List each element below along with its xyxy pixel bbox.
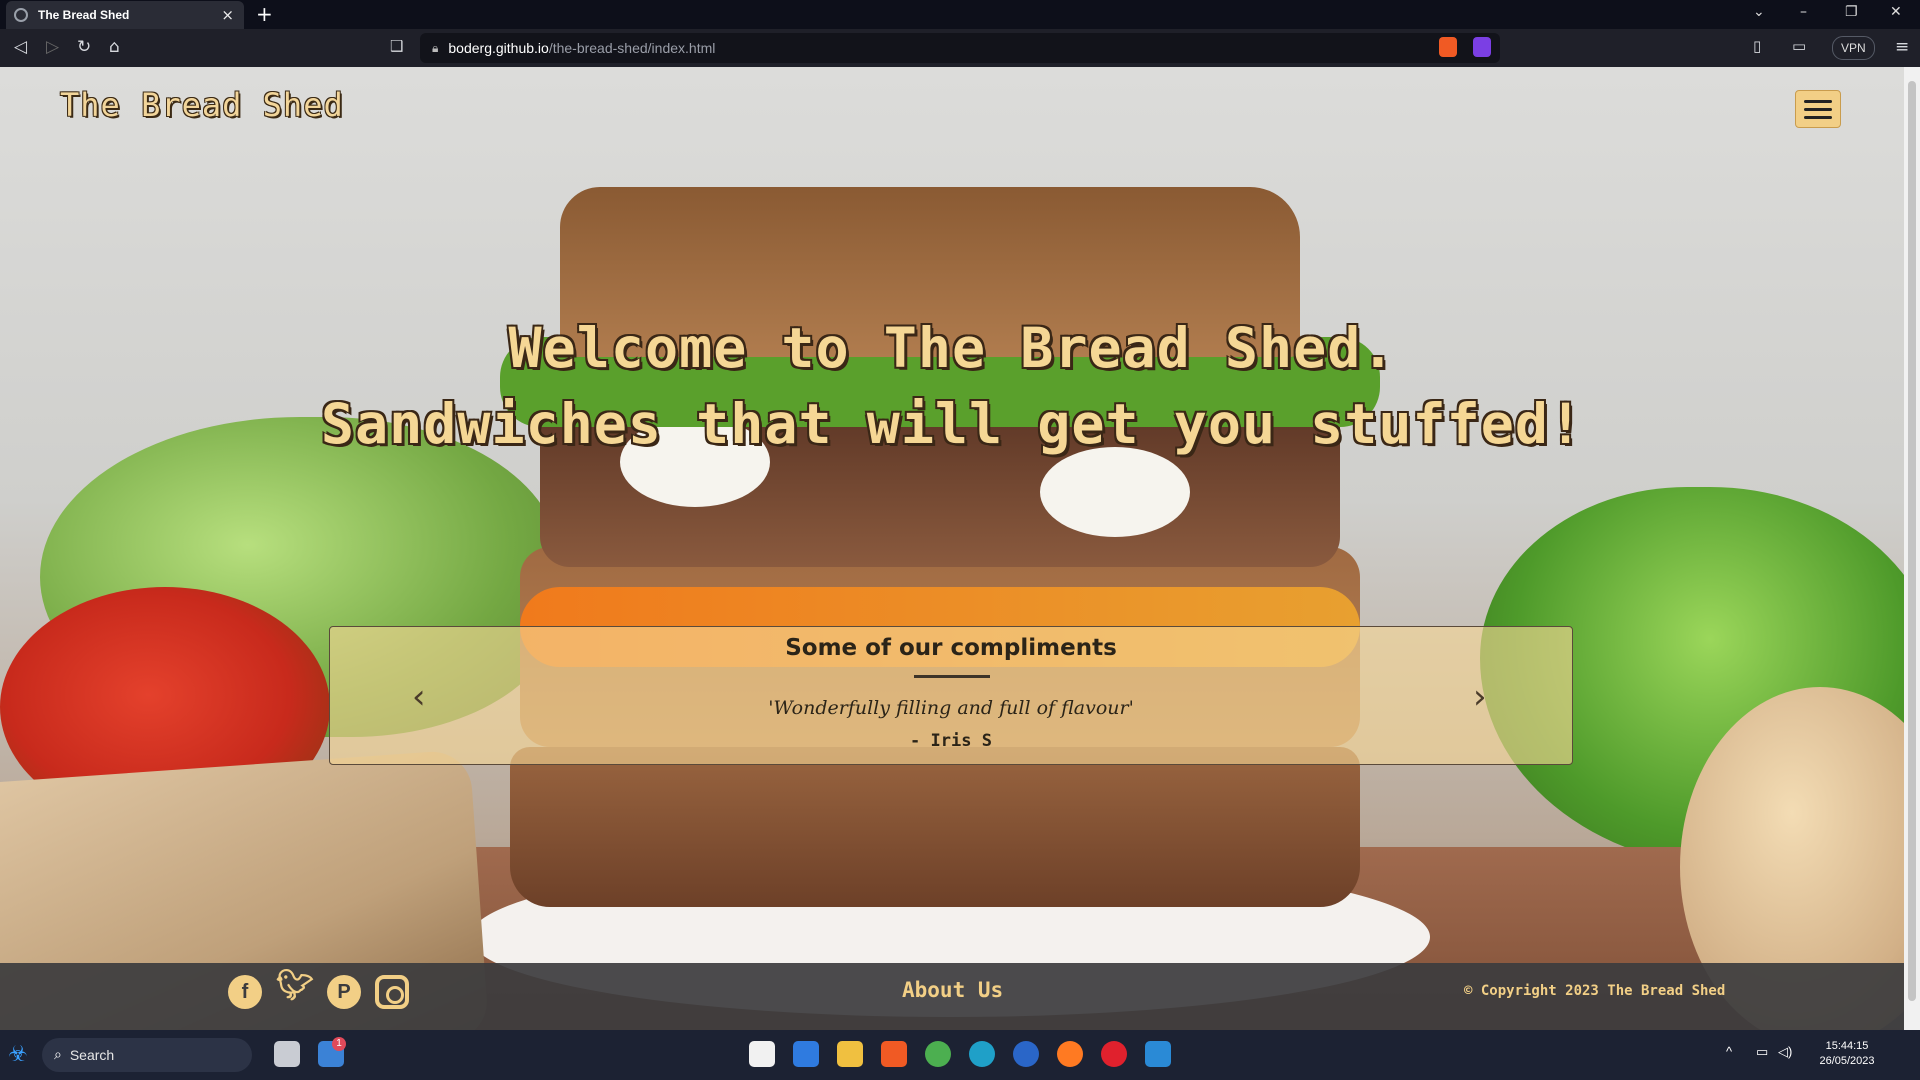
- browser-toolbar: ◁ ▷ ↻ ⌂ ❑ 🔒︎ boderg.github.io /the-bread…: [0, 29, 1920, 67]
- bread-slice: [510, 747, 1360, 907]
- vscode-icon[interactable]: [1145, 1041, 1171, 1067]
- notification-badge: 1: [332, 1037, 346, 1051]
- firefox-icon[interactable]: [1057, 1041, 1083, 1067]
- twitter-icon[interactable]: 🐦︎: [276, 969, 314, 1003]
- compliments-carousel: Some of our compliments ‹ › 'Wonderfully…: [329, 626, 1573, 765]
- tab-close-icon[interactable]: ×: [221, 6, 234, 24]
- new-tab-button[interactable]: +: [256, 2, 273, 26]
- site-footer: f 🐦︎ P About Us © Copyright 2023 The Bre…: [0, 963, 1904, 1030]
- task-view-icon[interactable]: [274, 1041, 300, 1067]
- url-host: boderg.github.io: [448, 40, 549, 56]
- clock[interactable]: 15:44:15 26/05/2023: [1808, 1039, 1886, 1069]
- file-explorer-icon[interactable]: [837, 1041, 863, 1067]
- pinterest-icon[interactable]: P: [327, 975, 361, 1009]
- minimize-button[interactable]: –: [1800, 4, 1807, 20]
- sidebar-toggle-icon[interactable]: ▯: [1753, 37, 1761, 55]
- site-favicon-icon: [14, 8, 28, 22]
- hero-line-1: Welcome to The Bread Shed.: [508, 316, 1396, 380]
- brave-shields-icon[interactable]: [1439, 37, 1457, 57]
- reload-icon[interactable]: ↻: [77, 37, 91, 57]
- start-widget-icon[interactable]: ☣: [8, 1042, 28, 1067]
- browser-tab-bar: The Bread Shed × + ⌄ – ❐ ✕: [0, 0, 1920, 29]
- forward-arrow-icon[interactable]: ▷: [46, 37, 59, 57]
- compliment-quote: 'Wonderfully filling and full of flavour…: [768, 697, 1134, 719]
- hamburger-line: [1804, 107, 1832, 111]
- tray-overflow-icon[interactable]: ^: [1726, 1044, 1732, 1059]
- home-icon[interactable]: ⌂: [109, 37, 120, 57]
- chrome-icon[interactable]: [925, 1041, 951, 1067]
- taskbar-search-label: Search: [69, 1047, 115, 1063]
- tab-title: The Bread Shed: [38, 8, 130, 22]
- page-scrollbar[interactable]: [1904, 67, 1920, 1030]
- brave-rewards-icon[interactable]: [1473, 37, 1491, 57]
- instagram-icon[interactable]: [375, 975, 409, 1009]
- clock-time: 15:44:15: [1825, 1040, 1869, 1052]
- search-icon: ⌕: [54, 1047, 62, 1063]
- copyright-text: © Copyright 2023 The Bread Shed: [1464, 983, 1726, 999]
- edge-icon[interactable]: [969, 1041, 995, 1067]
- scrollbar-thumb[interactable]: [1908, 81, 1916, 1001]
- hamburger-line: [1804, 99, 1832, 103]
- network-icon[interactable]: ▭: [1756, 1044, 1768, 1059]
- vpn-button[interactable]: VPN: [1832, 36, 1875, 60]
- opera-icon[interactable]: [1101, 1041, 1127, 1067]
- site-logo[interactable]: The Bread Shed: [60, 86, 344, 124]
- compliment-author: - Iris S: [910, 731, 992, 751]
- back-arrow-icon[interactable]: ◁: [14, 37, 27, 57]
- hero-heading: Welcome to The Bread Shed. Sandwiches th…: [0, 310, 1904, 462]
- windows-start-icon[interactable]: [749, 1041, 775, 1067]
- restore-button[interactable]: ❐: [1845, 4, 1858, 20]
- hamburger-menu-button[interactable]: [1795, 90, 1841, 128]
- heading-divider: [914, 675, 990, 678]
- hamburger-line: [1804, 115, 1832, 119]
- address-bar[interactable]: 🔒︎ boderg.github.io /the-bread-shed/inde…: [420, 33, 1500, 63]
- close-window-button[interactable]: ✕: [1890, 4, 1902, 20]
- about-us-link[interactable]: About Us: [902, 978, 1003, 1002]
- firefox-dev-icon[interactable]: [1013, 1041, 1039, 1067]
- url-path: /the-bread-shed/index.html: [548, 40, 716, 56]
- wallet-icon[interactable]: ▭: [1792, 37, 1806, 55]
- bookmark-icon[interactable]: ❑: [390, 37, 403, 55]
- page-viewport: [0, 67, 1904, 1030]
- volume-icon[interactable]: ◁): [1778, 1044, 1792, 1059]
- clock-date: 26/05/2023: [1819, 1055, 1875, 1067]
- mail-icon[interactable]: [793, 1041, 819, 1067]
- browser-tab[interactable]: The Bread Shed ×: [6, 1, 244, 29]
- lock-icon: 🔒︎: [432, 40, 439, 55]
- tab-list-chevron-icon[interactable]: ⌄: [1753, 4, 1765, 20]
- menu-icon[interactable]: ≡: [1895, 37, 1909, 57]
- hero-line-2: Sandwiches that will get you stuffed!: [320, 392, 1584, 456]
- windows-taskbar: ☣ ⌕ Search 1 ^ ▭ ◁) 15:44:15 26/05/2023: [0, 1030, 1920, 1080]
- sandwich-image: [500, 187, 1380, 967]
- brave-browser-icon[interactable]: [881, 1041, 907, 1067]
- compliments-heading: Some of our compliments: [785, 635, 1117, 661]
- facebook-icon[interactable]: f: [228, 975, 262, 1009]
- taskbar-search[interactable]: ⌕ Search: [42, 1038, 252, 1072]
